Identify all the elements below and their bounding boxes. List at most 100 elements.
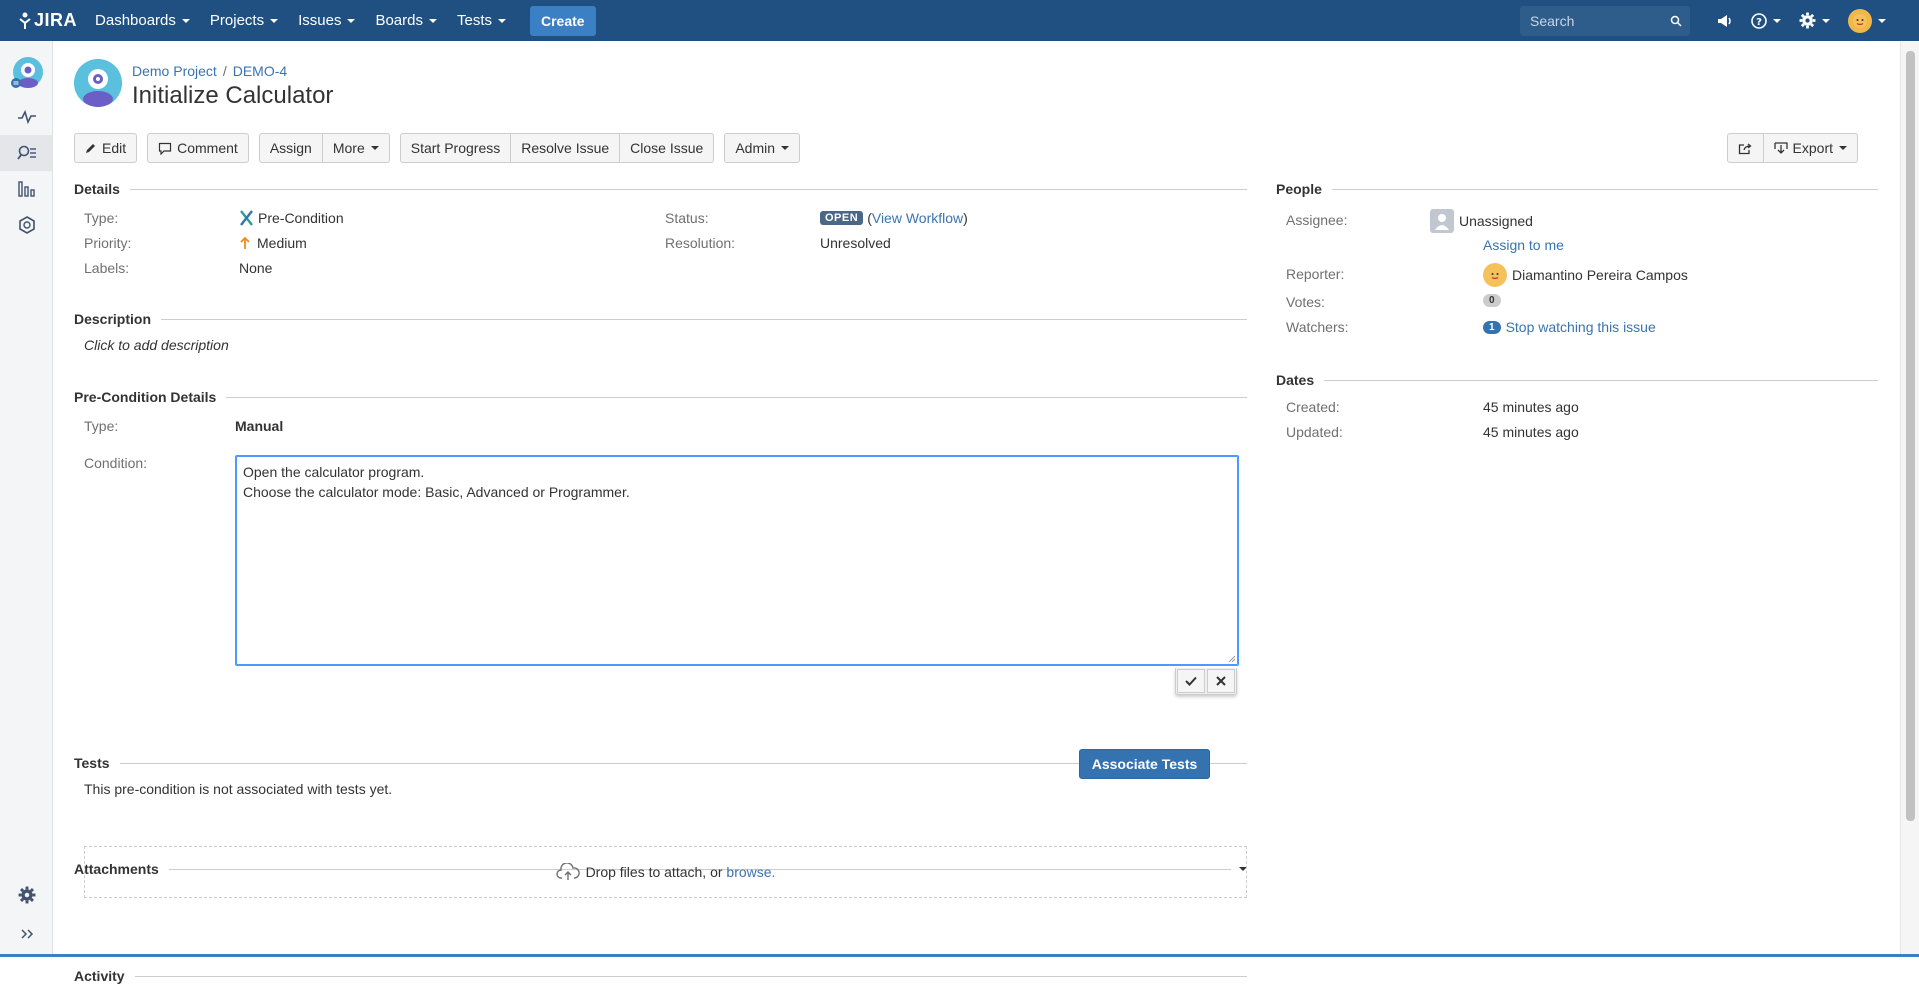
- user-menu[interactable]: [1839, 0, 1895, 41]
- divider: [119, 762, 1247, 764]
- attachment-dropzone[interactable]: Drop files to attach, or browse.: [84, 846, 1247, 898]
- watchers-value[interactable]: 1 Stop watching this issue: [1483, 319, 1656, 335]
- nav-projects[interactable]: Projects: [200, 0, 288, 41]
- chevron-down-icon: [270, 18, 279, 23]
- updated-value: 45 minutes ago: [1483, 424, 1579, 440]
- status-label: Status:: [665, 210, 709, 226]
- help-menu[interactable]: ?: [1742, 0, 1790, 41]
- sidebar-item-activity[interactable]: [0, 99, 53, 135]
- precondition-type-value[interactable]: Manual: [235, 418, 283, 434]
- bar-chart-icon: [17, 181, 35, 197]
- edit-button[interactable]: Edit: [74, 133, 138, 163]
- scrollbar-thumb[interactable]: [1906, 51, 1915, 821]
- assign-to-me-link[interactable]: Assign to me: [1483, 237, 1564, 253]
- announcement-button[interactable]: [1708, 0, 1742, 41]
- resolution-value: Unresolved: [820, 235, 891, 251]
- share-button[interactable]: [1726, 133, 1764, 163]
- details-heading-label: Details: [74, 181, 120, 197]
- comment-button[interactable]: Comment: [147, 133, 249, 163]
- pulse-icon: [17, 110, 36, 124]
- logo-text: JIRA: [34, 10, 78, 30]
- gear-icon: [18, 886, 35, 904]
- close-icon: [1216, 676, 1226, 686]
- project-avatar[interactable]: [74, 59, 122, 107]
- nav-dashboards[interactable]: Dashboards: [85, 0, 200, 41]
- resolve-issue-button[interactable]: Resolve Issue: [510, 133, 621, 163]
- assignee-label: Assignee:: [1286, 212, 1348, 228]
- start-progress-button[interactable]: Start Progress: [399, 133, 512, 163]
- sidebar-project-settings[interactable]: [0, 877, 53, 913]
- associate-tests-button[interactable]: Associate Tests: [1079, 749, 1210, 779]
- breadcrumb-project[interactable]: Demo Project: [132, 63, 217, 79]
- priority-label: Priority:: [84, 235, 132, 251]
- browse-link[interactable]: browse.: [726, 864, 775, 880]
- chevron-down-icon: [1822, 18, 1830, 23]
- cloud-upload-icon: [555, 863, 580, 880]
- people-heading[interactable]: People: [1276, 181, 1878, 197]
- share-icon: [1738, 142, 1752, 154]
- resize-handle-icon[interactable]: [1228, 655, 1236, 663]
- type-label: Type:: [84, 210, 119, 226]
- chevron-down-icon: [1878, 18, 1886, 23]
- nav-boards[interactable]: Boards: [365, 0, 447, 41]
- dates-heading[interactable]: Dates: [1276, 372, 1878, 388]
- breadcrumb-issue-key[interactable]: DEMO-4: [233, 63, 287, 79]
- chevron-down-icon: [347, 18, 356, 23]
- precondition-details-heading[interactable]: Pre-Condition Details: [74, 389, 1247, 405]
- votes-value[interactable]: 0: [1483, 294, 1501, 307]
- nav-issues[interactable]: Issues: [288, 0, 365, 41]
- sidebar-project-avatar[interactable]: [0, 51, 53, 95]
- confirm-button[interactable]: [1177, 669, 1205, 693]
- page-scrollbar[interactable]: [1900, 41, 1919, 957]
- sidebar-item-reports[interactable]: [0, 171, 53, 207]
- jira-logo[interactable]: JIRA: [18, 10, 77, 31]
- top-navigation: JIRA Dashboards Projects Issues Boards T…: [0, 0, 1919, 41]
- more-button[interactable]: More: [321, 133, 390, 163]
- divider: [129, 188, 1247, 190]
- cancel-button[interactable]: [1207, 669, 1235, 693]
- votes-count-badge: 0: [1483, 294, 1501, 307]
- stop-watching-link[interactable]: Stop watching this issue: [1506, 319, 1656, 335]
- issue-title[interactable]: Initialize Calculator: [132, 82, 333, 110]
- megaphone-icon: [1718, 14, 1731, 27]
- assign-button[interactable]: Assign: [258, 133, 323, 163]
- view-workflow-link[interactable]: View Workflow: [872, 210, 963, 226]
- description-heading[interactable]: Description: [74, 311, 1247, 327]
- tests-heading[interactable]: Tests: [74, 755, 1247, 771]
- chevron-down-icon: [370, 146, 379, 150]
- sidebar-item-components[interactable]: [0, 207, 53, 243]
- export-button[interactable]: Export: [1762, 133, 1858, 163]
- export-icon: [1773, 141, 1788, 154]
- labels-label: Labels:: [84, 260, 130, 276]
- sidebar-expand-button[interactable]: [0, 916, 53, 952]
- chevron-down-icon: [1839, 146, 1847, 150]
- create-button[interactable]: Create: [530, 5, 596, 36]
- type-value-text: Pre-Condition: [258, 210, 344, 226]
- sidebar-item-issues[interactable]: [0, 135, 53, 171]
- search-input[interactable]: Search: [1520, 5, 1690, 36]
- priority-value[interactable]: Medium: [239, 235, 307, 251]
- activity-heading[interactable]: Activity: [74, 968, 1247, 984]
- condition-line: Choose the calculator mode: Basic, Advan…: [243, 484, 630, 500]
- description-heading-label: Description: [74, 311, 152, 327]
- condition-textarea[interactable]: Open the calculator program. Choose the …: [235, 455, 1239, 666]
- jira-logo-icon: [19, 12, 31, 29]
- settings-menu[interactable]: [1790, 0, 1839, 41]
- close-issue-button[interactable]: Close Issue: [619, 133, 715, 163]
- tests-empty-message: This pre-condition is not associated wit…: [84, 781, 393, 797]
- admin-button[interactable]: Admin: [724, 133, 801, 163]
- watchers-count-badge: 1: [1483, 320, 1501, 334]
- labels-value[interactable]: None: [239, 260, 272, 276]
- search-issues-icon: [16, 145, 36, 160]
- nav-tests-label: Tests: [456, 12, 492, 29]
- details-heading[interactable]: Details: [74, 181, 1247, 197]
- hexagon-icon: [18, 216, 35, 234]
- description-field[interactable]: Click to add description: [84, 337, 229, 353]
- chevron-down-icon: [498, 18, 506, 23]
- assignee-value[interactable]: Unassigned: [1430, 209, 1533, 233]
- unassigned-avatar: [1430, 209, 1454, 233]
- nav-tests[interactable]: Tests: [447, 0, 516, 41]
- type-value[interactable]: Pre-Condition: [239, 210, 344, 226]
- reporter-value[interactable]: Diamantino Pereira Campos: [1483, 263, 1688, 287]
- divider: [161, 318, 1247, 320]
